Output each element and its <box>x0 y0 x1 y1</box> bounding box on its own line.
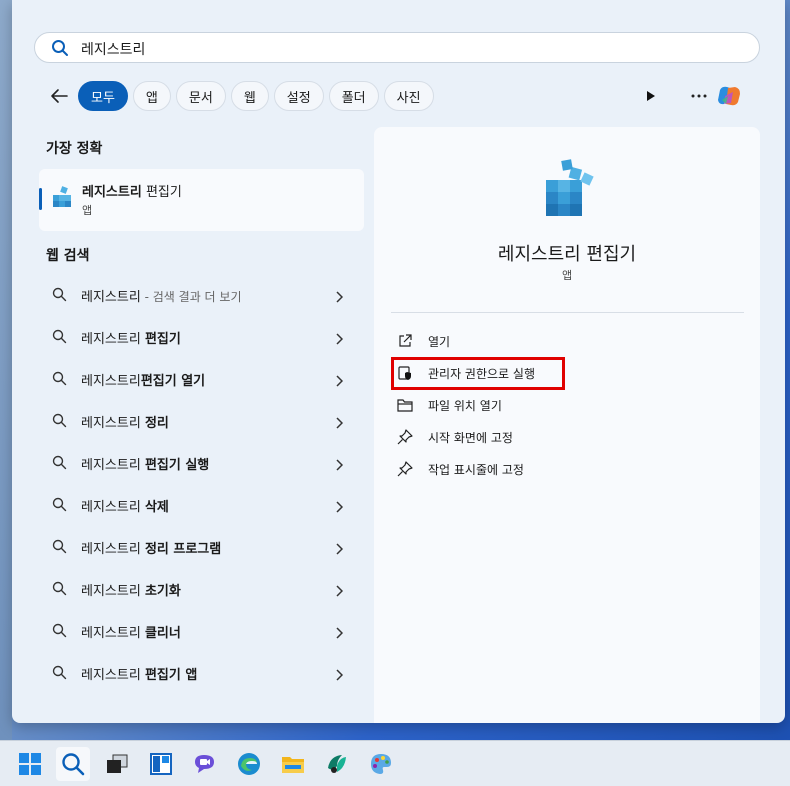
search-icon <box>52 287 67 306</box>
widgets-icon[interactable] <box>144 747 178 781</box>
chevron-right-icon <box>335 288 344 307</box>
web-search-item[interactable]: 레지스트리 정리 프로그램 <box>39 526 364 568</box>
play-arrow-icon <box>647 91 655 101</box>
web-search-heading: 웹 검색 <box>46 248 90 264</box>
registry-editor-icon <box>51 186 75 216</box>
filter-tools <box>636 81 744 111</box>
registry-editor-large-icon <box>540 158 600 222</box>
action-pin-to-start[interactable]: 시작 화면에 고정 <box>396 421 535 453</box>
web-search-item[interactable]: 레지스트리 초기화 <box>39 568 364 610</box>
action-open[interactable]: 열기 <box>396 325 535 357</box>
search-icon[interactable] <box>56 747 90 781</box>
web-search-item[interactable]: 레지스트리 편집기 앱 <box>39 652 364 694</box>
search-icon <box>52 665 67 684</box>
search-icon <box>52 413 67 432</box>
open-external-icon <box>396 332 414 350</box>
web-search-item-label: 레지스트리 편집기 <box>81 332 181 347</box>
tab-photos[interactable]: 사진 <box>383 81 434 111</box>
search-icon <box>52 539 67 558</box>
web-search-item-label: 레지스트리 정리 <box>81 416 169 431</box>
web-search-item-label: 레지스트리 편집기 앱 <box>81 668 198 683</box>
back-arrow-icon <box>51 89 68 103</box>
selection-indicator <box>39 188 42 210</box>
web-search-item-label: 레지스트리 초기화 <box>81 584 181 599</box>
web-search-item-label: 레지스트리편집기 열기 <box>81 374 206 389</box>
web-search-item[interactable]: 레지스트리 정리 <box>39 400 364 442</box>
best-match-heading: 가장 정확 <box>46 141 103 157</box>
copilot-icon <box>718 86 740 106</box>
search-panel: 모두 앱 문서 웹 설정 폴더 사진 가장 정확 <box>12 0 785 723</box>
more-options-button[interactable] <box>684 81 714 111</box>
action-list: 열기 관리자 권한으로 실행 파일 위치 열기 시작 화면에 고정 작업 표시줄… <box>396 325 535 485</box>
more-filters-button[interactable] <box>636 81 666 111</box>
chevron-right-icon <box>335 624 344 643</box>
tab-web[interactable]: 웹 <box>230 81 269 111</box>
web-search-item[interactable]: 레지스트리편집기 열기 <box>39 358 364 400</box>
detail-pane: 레지스트리 편집기 앱 열기 관리자 권한으로 실행 파일 위치 열기 시작 화… <box>374 127 760 723</box>
search-icon <box>52 329 67 348</box>
divider <box>391 312 744 313</box>
search-box[interactable] <box>34 32 760 63</box>
chevron-right-icon <box>335 666 344 685</box>
best-match-result[interactable]: 레지스트리 편집기 앱 <box>39 169 364 231</box>
edge-browser-icon[interactable] <box>232 747 266 781</box>
search-icon <box>52 371 67 390</box>
search-icon <box>52 455 67 474</box>
tab-documents[interactable]: 문서 <box>175 81 226 111</box>
best-match-kind: 앱 <box>82 204 93 217</box>
paint-icon[interactable] <box>364 747 398 781</box>
tab-settings[interactable]: 설정 <box>273 81 324 111</box>
chat-icon[interactable] <box>188 747 222 781</box>
web-search-item-label: 레지스트리 삭제 <box>81 500 169 515</box>
web-search-item[interactable]: 레지스트리 - 검색 결과 더 보기 <box>39 274 364 316</box>
web-search-item[interactable]: 레지스트리 편집기 실행 <box>39 442 364 484</box>
tab-folders[interactable]: 폴더 <box>328 81 379 111</box>
web-search-item-label: 레지스트리 정리 프로그램 <box>81 542 222 557</box>
search-input[interactable] <box>79 36 723 62</box>
chevron-right-icon <box>335 330 344 349</box>
search-icon <box>52 497 67 516</box>
pin-icon <box>396 460 414 478</box>
filter-bar: 모두 앱 문서 웹 설정 폴더 사진 <box>44 81 439 111</box>
folder-icon <box>396 396 414 414</box>
file-explorer-icon[interactable] <box>276 747 310 781</box>
chevron-right-icon <box>335 540 344 559</box>
windows-start-icon[interactable] <box>13 747 47 781</box>
back-button[interactable] <box>44 81 74 111</box>
chevron-right-icon <box>335 456 344 475</box>
chevron-right-icon <box>335 414 344 433</box>
copilot-button[interactable] <box>714 81 744 111</box>
web-search-item-label: 레지스트리 클리너 <box>81 626 181 641</box>
web-search-item[interactable]: 레지스트리 삭제 <box>39 484 364 526</box>
search-icon <box>52 581 67 600</box>
action-pin-to-taskbar[interactable]: 작업 표시줄에 고정 <box>396 453 535 485</box>
chevron-right-icon <box>335 498 344 517</box>
chevron-right-icon <box>335 582 344 601</box>
tab-apps[interactable]: 앱 <box>132 81 171 111</box>
web-search-item-label: 레지스트리 - 검색 결과 더 보기 <box>81 290 242 305</box>
detail-subtitle: 앱 <box>561 269 573 282</box>
ellipsis-icon <box>691 94 707 98</box>
search-icon <box>52 623 67 642</box>
task-view-icon[interactable] <box>100 747 134 781</box>
web-search-item-label: 레지스트리 편집기 실행 <box>81 458 210 473</box>
web-search-item[interactable]: 레지스트리 편집기 <box>39 316 364 358</box>
detail-title: 레지스트리 편집기 <box>497 244 637 265</box>
best-match-name: 레지스트리 편집기 <box>82 185 182 200</box>
highlight-annotation <box>391 357 565 390</box>
search-icon <box>51 39 69 57</box>
desktop-background <box>0 0 12 740</box>
copilot-app-icon[interactable] <box>320 747 354 781</box>
tab-all[interactable]: 모두 <box>78 81 128 111</box>
taskbar <box>0 740 790 786</box>
pin-icon <box>396 428 414 446</box>
chevron-right-icon <box>335 372 344 391</box>
web-search-list: 레지스트리 - 검색 결과 더 보기 레지스트리 편집기 레지스트리편집기 열기… <box>39 274 364 694</box>
web-search-item[interactable]: 레지스트리 클리너 <box>39 610 364 652</box>
action-open-file-location[interactable]: 파일 위치 열기 <box>396 389 535 421</box>
